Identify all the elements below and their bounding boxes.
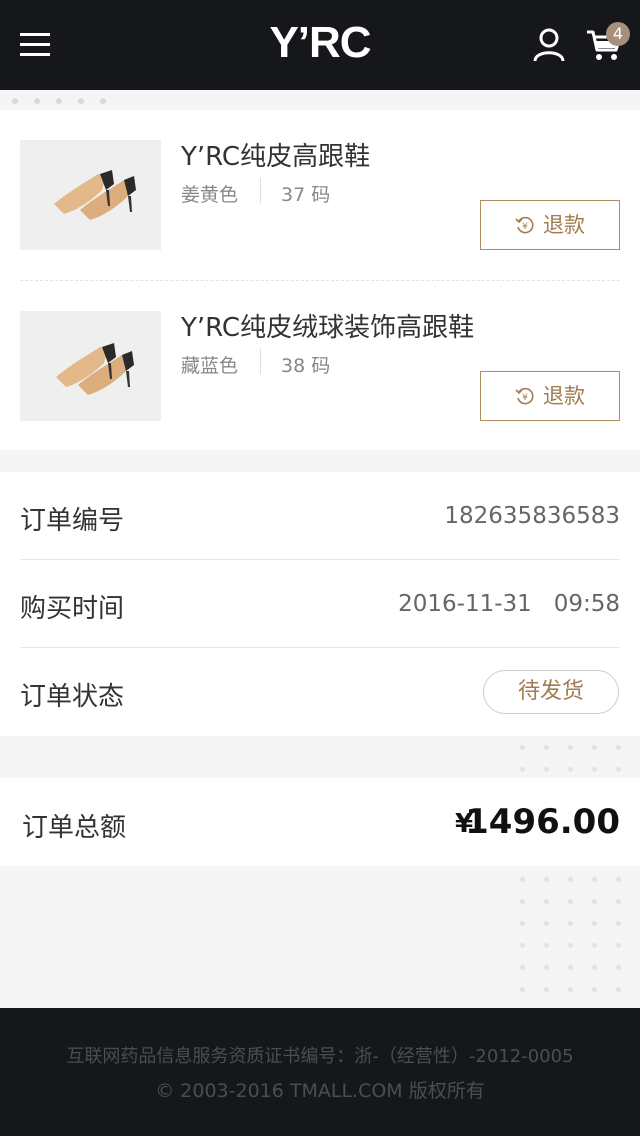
svg-text:¥: ¥ bbox=[522, 393, 528, 403]
cart-count-badge: 4 bbox=[606, 22, 630, 46]
order-info: 订单编号 182635836583 购买时间 2016-11-31 09:58 … bbox=[0, 472, 640, 736]
product-item[interactable]: Y’RC纯皮绒球装饰高跟鞋 藏蓝色 38 码 ¥ 退款 bbox=[0, 281, 640, 451]
order-number-label: 订单编号 bbox=[20, 506, 125, 536]
product-image[interactable] bbox=[20, 140, 161, 250]
order-status-badge[interactable]: 待发货 bbox=[483, 670, 619, 714]
product-name[interactable]: Y’RC纯皮绒球装饰高跟鞋 bbox=[181, 307, 474, 344]
refund-icon: ¥ bbox=[515, 387, 534, 405]
spec-divider bbox=[260, 349, 261, 374]
purchase-time-value: 2016-11-31 09:58 bbox=[398, 591, 620, 617]
refund-button[interactable]: ¥ 退款 bbox=[480, 371, 620, 421]
product-image[interactable] bbox=[20, 311, 161, 421]
product-color: 藏蓝色 bbox=[181, 355, 239, 377]
copyright-text: © 2003-2016 TMALL.COM 版权所有 bbox=[155, 1080, 485, 1102]
order-total-label: 订单总额 bbox=[22, 813, 127, 843]
decorative-dots bbox=[12, 98, 122, 108]
refund-label: 退款 bbox=[543, 213, 585, 237]
svg-text:¥: ¥ bbox=[522, 222, 528, 232]
order-status-row: 订单状态 待发货 bbox=[0, 648, 640, 736]
spec-divider bbox=[260, 178, 261, 203]
order-total: 订单总额 ¥ 1496.00 bbox=[0, 778, 640, 866]
product-color: 姜黄色 bbox=[181, 184, 239, 206]
purchase-time-label: 购买时间 bbox=[20, 594, 125, 624]
product-item[interactable]: Y’RC纯皮高跟鞋 姜黄色 37 码 ¥ 退款 bbox=[0, 110, 640, 281]
footer: 互联网药品信息服务资质证书编号：浙-（经营性）-2012-0005 © 2003… bbox=[0, 1008, 640, 1136]
order-number-row: 订单编号 182635836583 bbox=[0, 472, 640, 560]
refund-button[interactable]: ¥ 退款 bbox=[480, 200, 620, 250]
product-size: 37 码 bbox=[281, 184, 331, 206]
order-number-value: 182635836583 bbox=[444, 503, 620, 529]
user-icon[interactable] bbox=[533, 28, 565, 62]
top-bar: Y’RC 4 bbox=[0, 0, 640, 90]
refund-icon: ¥ bbox=[515, 216, 534, 234]
license-text: 互联网药品信息服务资质证书编号：浙-（经营性）-2012-0005 bbox=[66, 1046, 574, 1067]
refund-label: 退款 bbox=[543, 384, 585, 408]
order-status-label: 订单状态 bbox=[20, 682, 125, 712]
order-products: Y’RC纯皮高跟鞋 姜黄色 37 码 ¥ 退款 Y’RC纯皮绒球装饰高跟鞋 藏蓝 bbox=[0, 110, 640, 450]
purchase-time-row: 购买时间 2016-11-31 09:58 bbox=[0, 560, 640, 648]
product-name[interactable]: Y’RC纯皮高跟鞋 bbox=[181, 136, 370, 173]
product-size: 38 码 bbox=[281, 355, 331, 377]
order-total-value: 1496.00 bbox=[465, 802, 620, 842]
